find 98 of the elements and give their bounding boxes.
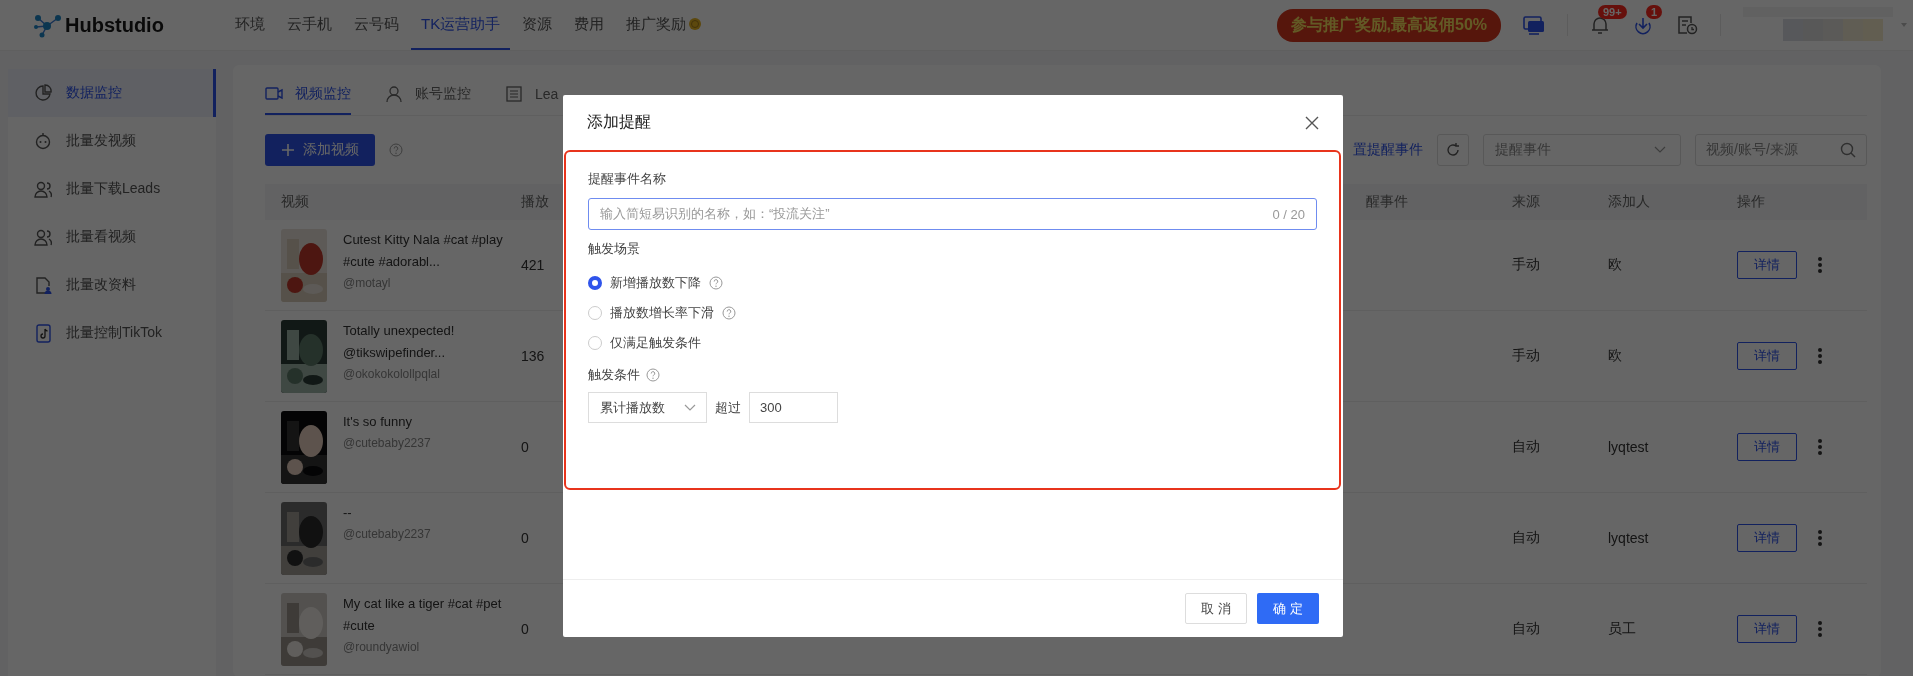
plus-icon (281, 143, 295, 157)
nav-tab[interactable]: 云号码 (344, 0, 409, 50)
table-cell-text: lyqtest (1608, 530, 1650, 546)
threshold-input[interactable]: 300 (749, 392, 838, 423)
name-input-field[interactable]: 输入简短易识别的名称，如：“投流关注” 0 / 20 (588, 198, 1317, 230)
table-cell-text: 欧 (1608, 256, 1623, 274)
option-label[interactable]: 仅满足触发条件 (610, 334, 701, 352)
tab[interactable]: 视频监控 (265, 85, 351, 115)
column-header: 播放 (520, 193, 550, 211)
users-icon (34, 179, 52, 199)
tab[interactable]: Lea (505, 85, 559, 115)
promo-banner[interactable]: 参与推广奖励,最高返佣50% (1276, 8, 1501, 42)
help-icon[interactable] (709, 276, 723, 290)
table-cell-text: 自动 (1512, 438, 1541, 456)
video-title: Cutest Kitty Nala #cat #play #cute #adorabl... (343, 230, 504, 271)
table-cell-text: 自动 (1512, 620, 1541, 638)
help-icon[interactable] (389, 143, 403, 157)
table-cell-text: 欧 (1608, 347, 1623, 365)
tab[interactable]: 账号监控 (385, 85, 471, 115)
column-header: 来源 (1512, 193, 1541, 211)
history-icon[interactable] (1676, 15, 1698, 35)
refresh-icon (1445, 142, 1461, 158)
table-cell-text: 手动 (1512, 347, 1541, 365)
video-camera-icon (265, 85, 283, 103)
users-icon (34, 227, 52, 247)
notification-count: 99+ (1598, 5, 1627, 19)
table-cell-text: 0 (520, 621, 530, 637)
table-cell-text: 手动 (1512, 256, 1541, 274)
sidebar-item[interactable]: 批量控制TikTok (8, 309, 216, 357)
download-icon[interactable] (1632, 15, 1654, 35)
more-vertical-icon[interactable] (1817, 256, 1823, 274)
file-user-icon (34, 275, 52, 295)
table-cell-text: 0 (520, 439, 530, 455)
add-video-button[interactable]: 添加视频 (265, 134, 375, 166)
table-cell-text: lyqtest (1608, 439, 1650, 455)
app-logo: Hubstudio (65, 13, 164, 37)
details-button[interactable]: 详情 (1737, 251, 1797, 279)
sidebar-item[interactable]: 批量看视频 (8, 213, 216, 261)
search-icon (1840, 142, 1856, 158)
settings-link[interactable]: 置提醒事件 (1353, 141, 1423, 159)
nav-tab[interactable]: 环境 (225, 0, 275, 50)
character-counter: 0 / 20 (1272, 206, 1305, 222)
option-label[interactable]: 新增播放数下降 (610, 274, 701, 292)
more-vertical-icon[interactable] (1817, 438, 1823, 456)
video-title: It's so funny (343, 412, 413, 431)
bell-icon[interactable] (1590, 15, 1610, 35)
nav-tab[interactable]: 推广奖励 (616, 0, 712, 50)
metric-select[interactable]: 累计播放数 (588, 392, 707, 423)
user-icon (385, 85, 403, 103)
help-icon[interactable] (722, 306, 736, 320)
field-label: 触发场景 (588, 240, 641, 258)
list-icon (505, 85, 523, 103)
details-button[interactable]: 详情 (1737, 433, 1797, 461)
column-header: 醒事件 (1366, 193, 1409, 211)
details-button[interactable]: 详情 (1737, 524, 1797, 552)
network-logo-icon (32, 12, 62, 38)
table-cell-text: 自动 (1512, 529, 1541, 547)
more-vertical-icon[interactable] (1817, 620, 1823, 638)
chart-icon (34, 83, 52, 103)
more-vertical-icon[interactable] (1817, 347, 1823, 365)
chevron-down-icon (684, 403, 696, 412)
sidebar-item[interactable]: 批量改资料 (8, 261, 216, 309)
table-cell-text: 136 (520, 348, 546, 364)
monitor-icon[interactable] (1523, 15, 1545, 35)
close-icon[interactable] (1305, 115, 1319, 130)
video-title: -- (343, 503, 353, 522)
field-label: 提醒事件名称 (588, 170, 667, 188)
video-title: My cat like a tiger #cat #pet #cute (343, 594, 503, 635)
details-button[interactable]: 详情 (1737, 342, 1797, 370)
table-cell-text: 0 (520, 530, 530, 546)
video-title: Totally unexpected! @tikswipefinder... (343, 321, 456, 362)
nav-tab[interactable]: 费用 (564, 0, 615, 50)
refresh-button[interactable] (1437, 134, 1469, 166)
column-header: 操作 (1737, 193, 1766, 211)
field-label: 触发条件 (588, 366, 640, 384)
details-button[interactable]: 详情 (1737, 615, 1797, 643)
column-header: 添加人 (1608, 193, 1651, 211)
radio-button[interactable] (588, 276, 602, 290)
confirm-button[interactable]: 确 定 (1257, 593, 1319, 624)
sidebar-item[interactable]: 批量下载Leads (8, 165, 216, 213)
sidebar-item[interactable]: 批量发视频 (8, 117, 216, 165)
nav-tab[interactable]: TK运营助手 (411, 0, 511, 50)
help-icon[interactable] (646, 368, 660, 382)
field-label: 超过 (715, 398, 741, 417)
more-vertical-icon[interactable] (1817, 529, 1823, 547)
phone-note-icon (34, 323, 52, 343)
table-cell-text: 421 (520, 257, 546, 273)
chevron-down-icon (1654, 146, 1666, 154)
nav-tab[interactable]: 云手机 (277, 0, 342, 50)
sidebar-item[interactable]: 数据监控 (8, 69, 216, 117)
download-count: 1 (1646, 5, 1663, 19)
nav-tab[interactable]: 资源 (512, 0, 563, 50)
dialog-title: 添加提醒 (587, 112, 651, 132)
table-cell-text: 员工 (1608, 620, 1637, 638)
column-header: 视频 (280, 193, 310, 211)
cancel-button[interactable]: 取 消 (1185, 593, 1247, 624)
robot-icon (34, 131, 52, 151)
option-label[interactable]: 播放数增长率下滑 (610, 304, 714, 322)
